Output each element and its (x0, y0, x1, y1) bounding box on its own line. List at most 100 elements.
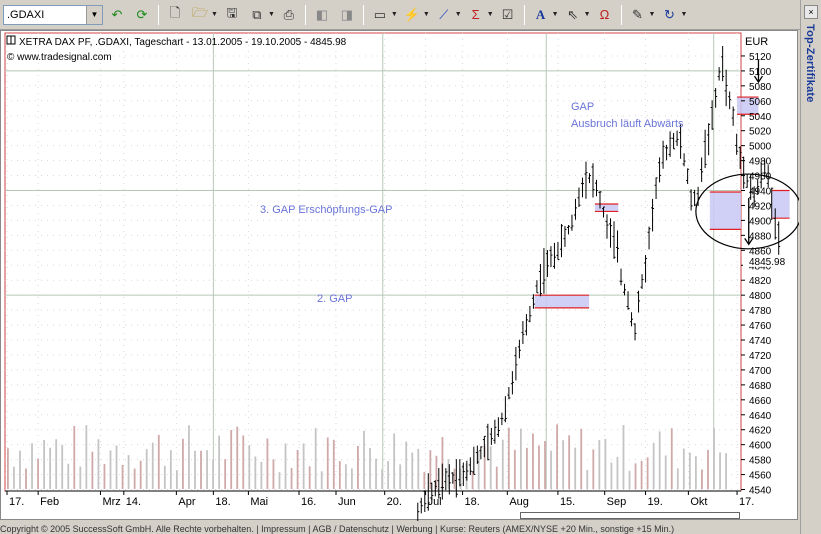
side-tab-label[interactable]: Top-Zertifikate (804, 24, 816, 103)
volume-bar (218, 435, 221, 489)
time-tick-label: Mrz (102, 496, 120, 508)
trendline-dropdown-icon[interactable]: ▼ (455, 11, 462, 18)
save-icon[interactable]: 🖫 (221, 4, 243, 26)
properties-icon[interactable]: ☑ (497, 4, 519, 26)
volume-bar (43, 439, 46, 489)
new-icon[interactable]: 🗋 (164, 4, 186, 26)
volume-bar (236, 426, 239, 489)
volume-bar (242, 435, 245, 489)
side-panel: × Top-Zertifikate (800, 0, 821, 534)
plot-border (4, 32, 742, 492)
price-tick-label: 5000 (749, 142, 772, 153)
indicator-dropdown-icon[interactable]: ▼ (423, 11, 430, 18)
volume-bar (405, 441, 408, 489)
price-tick-label: 5100 (749, 67, 772, 78)
volume-bar (713, 427, 715, 489)
volume-bar (453, 468, 456, 489)
magnet-icon[interactable]: Ω (594, 4, 616, 26)
toolbar-separator (304, 4, 306, 25)
volume-bar (610, 462, 613, 489)
volume-bar (260, 461, 263, 489)
time-scrollbar[interactable] (520, 512, 740, 519)
gap-box (594, 203, 619, 212)
volume-bar (302, 443, 305, 489)
volume-bar (411, 452, 414, 489)
print-icon[interactable]: ⎙ (278, 4, 300, 26)
volume-bar (49, 447, 52, 489)
volume-bar (109, 450, 112, 489)
volume-bar (194, 450, 196, 489)
volume-bar (682, 448, 685, 489)
reload-icon[interactable]: ↻ (658, 4, 680, 26)
volume-bar (574, 447, 577, 489)
volume-bar (61, 444, 64, 489)
price-tick-label: 4820 (749, 276, 772, 287)
time-tick-label: Okt (690, 496, 707, 508)
cursor-icon[interactable]: ⇖ (562, 4, 584, 26)
volume-bar (501, 439, 504, 489)
volume-bar (314, 428, 317, 489)
volume-bar (151, 442, 154, 489)
open-dropdown-icon[interactable]: ▼ (211, 11, 218, 18)
volume-bar (592, 449, 595, 489)
refresh-icon[interactable]: ⟳ (131, 4, 153, 26)
volume-bar (538, 445, 540, 489)
text-tool-icon[interactable]: A (530, 4, 552, 26)
annotation-gap2: 2. GAP (317, 293, 352, 305)
chevron-down-icon[interactable]: ▼ (86, 5, 102, 24)
volume-bar (489, 446, 492, 489)
sum-dropdown-icon[interactable]: ▼ (487, 11, 494, 18)
symbol-dropdown[interactable]: .GDAXI ▼ (3, 4, 103, 25)
volume-bar (646, 457, 649, 489)
volume-bar (212, 459, 214, 489)
chart-forward-icon[interactable]: ◨ (336, 4, 358, 26)
trendline-icon[interactable]: ⟋ (433, 4, 455, 26)
main-toolbar: .GDAXI ▼ ↶ ⟳ 🗋 🗁 ▼ 🖫 ⧉ ▼ ⎙ ◧ ◨ ▭ ▼ ⚡ ▼ ⟋ ▼ Σ ▼… (0, 0, 800, 30)
volume-bar (338, 461, 341, 489)
edit-dropdown-icon[interactable]: ▼ (649, 11, 656, 18)
annotation-gap-top: GAP (571, 101, 594, 113)
volume-bar (622, 425, 625, 489)
volume-bar (357, 445, 359, 489)
volume-bar (67, 463, 70, 489)
volume-bar (369, 448, 371, 489)
copy-dropdown-icon[interactable]: ▼ (268, 11, 275, 18)
price-chart[interactable]: 4540 4560 4580 4600 4620 4640 4660 4680 4700 4720… (1, 31, 799, 521)
chart-type-icon[interactable]: ▭ (369, 4, 391, 26)
sum-icon[interactable]: Σ (465, 4, 487, 26)
volume-bar (175, 470, 178, 489)
indicator-icon[interactable]: ⚡ (401, 4, 423, 26)
volume-bar (139, 460, 142, 489)
time-tick-label: Apr (178, 496, 195, 508)
chart-back-icon[interactable]: ◧ (311, 4, 333, 26)
volume-bar (628, 470, 631, 489)
volume-bar (200, 450, 202, 489)
volume-bar (272, 459, 275, 489)
price-tick-label: 4560 (749, 471, 772, 482)
volume-bar (163, 465, 166, 489)
volume-bar (55, 439, 58, 489)
chart-grid (4, 32, 742, 492)
volume-bar (224, 459, 227, 489)
volume-bar (568, 435, 571, 489)
close-icon[interactable]: × (804, 5, 818, 19)
volume-bar (556, 424, 558, 489)
annotation-gap3: 3. GAP Erschöpfungs-GAP (260, 204, 392, 216)
volume-bar (387, 461, 390, 489)
price-tick-label: 4980 (749, 157, 772, 168)
chart-type-dropdown-icon[interactable]: ▼ (391, 11, 398, 18)
volume-bar (127, 455, 130, 489)
copy-icon[interactable]: ⧉ (246, 4, 268, 26)
volume-bar (652, 442, 655, 489)
volume-bar (97, 439, 100, 489)
volume-bar (695, 456, 697, 489)
volume-bar (562, 440, 565, 489)
price-tick-label: 4680 (749, 381, 772, 392)
text-dropdown-icon[interactable]: ▼ (552, 11, 559, 18)
reload-dropdown-icon[interactable]: ▼ (680, 11, 687, 18)
open-icon[interactable]: 🗁 (189, 4, 211, 26)
time-tick-label: Sep (607, 496, 627, 508)
cursor-dropdown-icon[interactable]: ▼ (584, 11, 591, 18)
undo-icon[interactable]: ↶ (106, 4, 128, 26)
edit-icon[interactable]: ✎ (627, 4, 649, 26)
